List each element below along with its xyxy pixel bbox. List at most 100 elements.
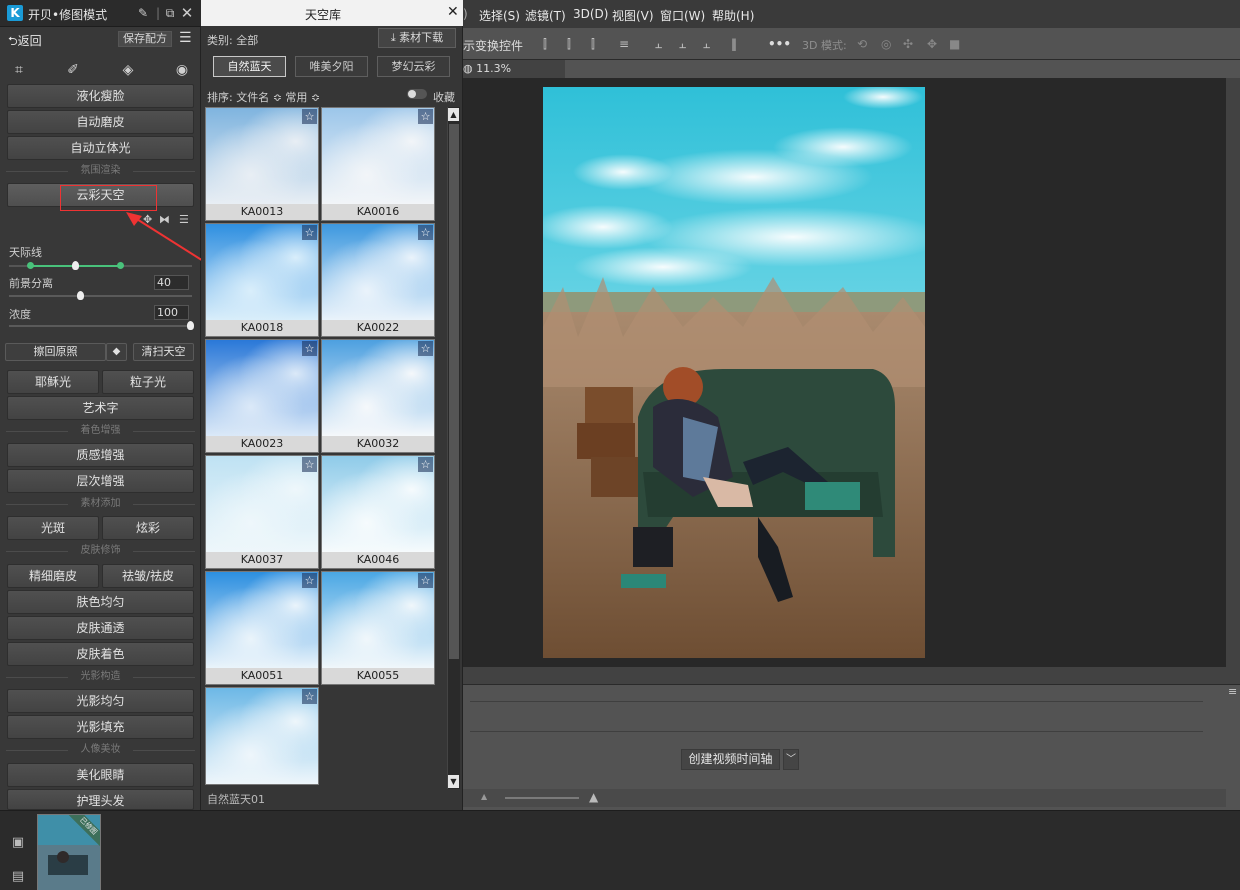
document-tab[interactable]: ◍ 11.3%(RGB/8)× xyxy=(463,60,565,93)
sort-control[interactable]: 排序: 文件名 ≎ 常用 ≎ xyxy=(207,89,320,105)
canvas-scrollbar-v[interactable] xyxy=(1226,78,1240,667)
popout-icon[interactable]: ⧉ xyxy=(162,5,178,21)
fg-separation-input[interactable]: 40 xyxy=(154,275,189,290)
menu-icon[interactable]: ☰ xyxy=(179,31,192,45)
crop-icon[interactable]: ⌗ xyxy=(10,61,28,79)
star-icon[interactable]: ☆ xyxy=(418,109,433,124)
brush-icon[interactable]: ✐ xyxy=(64,61,82,79)
texture-button[interactable]: 质感增强 xyxy=(7,443,194,467)
restore-button[interactable]: 擦回原照 xyxy=(5,343,106,361)
scroll-down-icon[interactable]: ▼ xyxy=(448,775,459,788)
menu-window[interactable]: 窗口(W) xyxy=(660,7,705,24)
align-bottom-icon[interactable]: ⫠ xyxy=(703,37,710,52)
align-top-icon[interactable]: ⫠ xyxy=(655,37,662,52)
light-fill-button[interactable]: 光影填充 xyxy=(7,715,194,739)
sky-thumbnail[interactable]: KA0055 ☆ xyxy=(321,571,435,685)
align-right-icon[interactable]: ⫿ xyxy=(591,37,595,52)
film-thumbnail[interactable]: 已修图 xyxy=(37,814,101,890)
fine-smooth-button[interactable]: 精细磨皮 xyxy=(7,564,99,588)
skyline-handle-left[interactable] xyxy=(27,262,34,269)
star-icon[interactable]: ☆ xyxy=(302,109,317,124)
scrollbar-thumb[interactable] xyxy=(449,124,459,659)
menu-view[interactable]: 视图(V) xyxy=(612,7,654,24)
star-icon[interactable]: ☆ xyxy=(302,573,317,588)
star-icon[interactable]: ☆ xyxy=(302,689,317,704)
canvas-scrollbar-h[interactable] xyxy=(463,667,1240,684)
back-button[interactable]: ⮌返回 xyxy=(8,32,42,53)
particle-light-button[interactable]: 粒子光 xyxy=(102,370,194,394)
align-center-icon[interactable]: ⫿ xyxy=(567,37,571,52)
document-photo[interactable] xyxy=(543,87,925,658)
jesus-light-button[interactable]: 耶稣光 xyxy=(7,370,99,394)
sky-thumbnail[interactable]: KA0046 ☆ xyxy=(321,455,435,569)
distribute-icon[interactable]: ≡ xyxy=(619,37,629,51)
tab-natural-sky[interactable]: 自然蓝天 xyxy=(213,56,286,77)
auto-3d-light-button[interactable]: 自动立体光 xyxy=(7,136,194,160)
zoom-slider[interactable] xyxy=(505,797,579,799)
sky-thumbnail[interactable]: KA0032 ☆ xyxy=(321,339,435,453)
tab-dream-cloud[interactable]: 梦幻云彩 xyxy=(377,56,450,77)
zoom-out-icon[interactable]: ▲ xyxy=(481,792,487,801)
scroll-up-icon[interactable]: ▲ xyxy=(448,108,459,121)
skin-clear-button[interactable]: 皮肤通透 xyxy=(7,616,194,640)
star-icon[interactable]: ☆ xyxy=(418,341,433,356)
dazzle-button[interactable]: 炫彩 xyxy=(102,516,194,540)
show-transform-label[interactable]: 示变换控件 xyxy=(463,37,523,54)
star-icon[interactable]: ☆ xyxy=(418,573,433,588)
more-icon[interactable]: ••• xyxy=(768,37,791,51)
hair-care-button[interactable]: 护理头发 xyxy=(7,789,194,810)
eraser-icon[interactable]: ◆ xyxy=(106,343,127,361)
skyline-handle-right[interactable] xyxy=(117,262,124,269)
category-label[interactable]: 类别: 全部 xyxy=(207,32,258,48)
fg-separation-track[interactable] xyxy=(9,295,192,297)
list-icon[interactable]: ☰ xyxy=(179,213,189,226)
star-icon[interactable]: ☆ xyxy=(302,341,317,356)
star-icon[interactable]: ☆ xyxy=(302,225,317,240)
rotate-3d-icon[interactable]: ⟲ xyxy=(857,37,867,51)
chevron-down-icon[interactable]: ﹀ xyxy=(783,749,799,770)
flip-icon[interactable]: ⧓ xyxy=(159,213,170,226)
drag-3d-icon[interactable]: ✣ xyxy=(903,37,913,51)
sky-thumbnail[interactable]: KA0037 ☆ xyxy=(205,455,319,569)
move-icon[interactable]: ✥ xyxy=(143,213,152,226)
density-handle[interactable] xyxy=(187,321,194,330)
liquify-button[interactable]: 液化瘦脸 xyxy=(7,84,194,108)
fg-separation-handle[interactable] xyxy=(77,291,84,300)
image-icon[interactable]: ▣ xyxy=(9,835,27,851)
menu-3d[interactable]: 3D(D) xyxy=(573,7,608,21)
align-middle-icon[interactable]: ⫠ xyxy=(679,37,686,52)
star-icon[interactable]: ☆ xyxy=(418,457,433,472)
menu-help[interactable]: 帮助(H) xyxy=(712,7,754,24)
light-even-button[interactable]: 光影均匀 xyxy=(7,689,194,713)
download-button[interactable]: ⤓ 素材下载 xyxy=(378,28,456,48)
sky-thumbnail[interactable]: KA0018 ☆ xyxy=(205,223,319,337)
skin-color-button[interactable]: 皮肤着色 xyxy=(7,642,194,666)
sky-thumbnail[interactable]: ☆ xyxy=(205,687,319,785)
wrinkle-button[interactable]: 祛皱/祛皮 xyxy=(102,564,194,588)
beauty-eye-button[interactable]: 美化眼睛 xyxy=(7,763,194,787)
layer-button[interactable]: 层次增强 xyxy=(7,469,194,493)
align-left-icon[interactable]: ⫿ xyxy=(543,37,547,52)
panel-menu-icon[interactable]: ≡ xyxy=(1228,685,1237,698)
star-icon[interactable]: ☆ xyxy=(418,225,433,240)
distribute-v-icon[interactable]: ‖ xyxy=(731,37,737,51)
close-icon[interactable]: ✕ xyxy=(447,4,459,20)
sky-thumbnail[interactable]: KA0051 ☆ xyxy=(205,571,319,685)
sky-thumbnail[interactable]: KA0022 ☆ xyxy=(321,223,435,337)
sky-thumbnail[interactable]: KA0016 ☆ xyxy=(321,107,435,221)
sky-thumbnail[interactable]: KA0023 ☆ xyxy=(205,339,319,453)
menu-select[interactable]: 选择(S) xyxy=(479,7,520,24)
tab-sunset[interactable]: 唯美夕阳 xyxy=(295,56,368,77)
spot-button[interactable]: 光斑 xyxy=(7,516,99,540)
skyline-handle-mid[interactable] xyxy=(72,261,79,270)
sky-thumbnail[interactable]: KA0013 ☆ xyxy=(205,107,319,221)
art-text-button[interactable]: 艺术字 xyxy=(7,396,194,420)
create-timeline-button[interactable]: 创建视频时间轴 xyxy=(681,749,780,770)
save-preset-button[interactable]: 保存配方 xyxy=(118,31,172,47)
favorite-toggle[interactable] xyxy=(407,89,427,99)
edit-icon[interactable]: ✎ xyxy=(135,5,151,21)
camera-3d-icon[interactable]: ■ xyxy=(949,37,960,51)
density-input[interactable]: 100 xyxy=(154,305,189,320)
eye-icon[interactable]: ◉ xyxy=(173,61,191,79)
menu-filter[interactable]: 滤镜(T) xyxy=(525,7,566,24)
